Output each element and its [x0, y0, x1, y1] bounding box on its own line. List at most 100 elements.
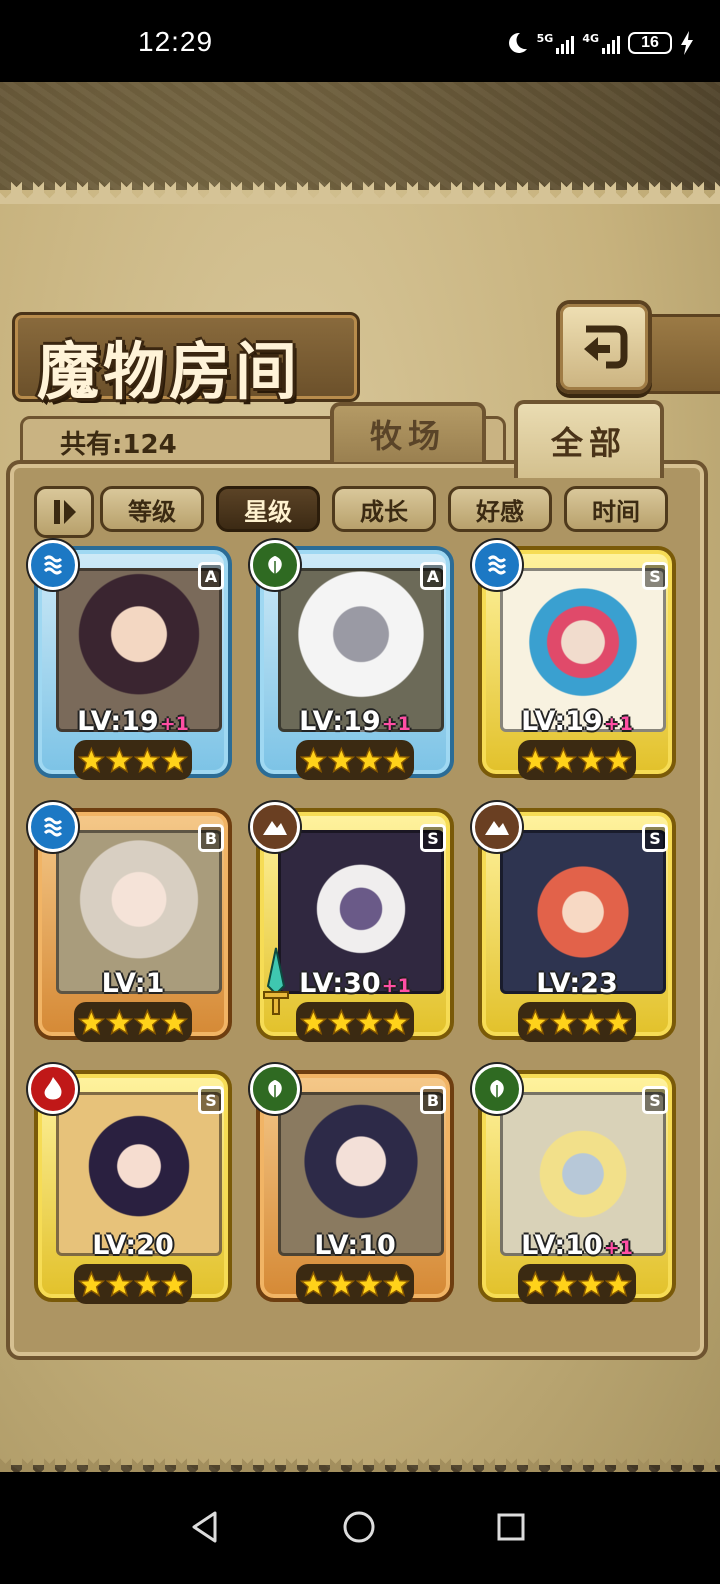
star-rating: [518, 740, 636, 780]
star-icon: [577, 1008, 605, 1036]
sort-growth-button[interactable]: 成长: [332, 486, 436, 532]
star-icon: [78, 1008, 105, 1036]
equipped-sword-icon: [258, 946, 294, 1018]
grass-element-icon: [250, 540, 300, 590]
level-bonus: +1: [381, 713, 411, 735]
star-icon: [300, 1270, 327, 1298]
monster-level: LV:19+1: [482, 706, 672, 737]
level-text: LV:19: [521, 706, 603, 737]
monster-card[interactable]: S LV:23: [472, 802, 682, 1052]
star-icon: [327, 1008, 355, 1036]
monster-level: LV:19+1: [38, 706, 228, 737]
rank-badge: B: [420, 1086, 446, 1114]
monster-level: LV:10+1: [482, 1230, 672, 1261]
level-text: LV:30: [299, 968, 381, 999]
level-text: LV:19: [77, 706, 159, 737]
star-icon: [133, 746, 161, 774]
star-rating: [74, 740, 192, 780]
rank-badge: S: [642, 562, 668, 590]
star-rating: [74, 1002, 192, 1042]
sort-level-button[interactable]: 等级: [100, 486, 204, 532]
star-icon: [133, 1008, 161, 1036]
bottom-map-strip: [0, 1382, 720, 1470]
monster-card[interactable]: S LV:30+1: [250, 802, 460, 1052]
rank-badge: B: [198, 824, 224, 852]
star-icon: [105, 1270, 133, 1298]
tab-ranch[interactable]: 牧场: [330, 402, 486, 462]
level-text: LV:23: [536, 968, 618, 999]
signal-4g-icon: 4G: [582, 33, 620, 54]
star-icon: [78, 1270, 105, 1298]
monster-level: LV:10: [260, 1230, 450, 1261]
star-icon: [161, 1008, 188, 1036]
status-bar: 12:29 5G 4G 16: [0, 0, 720, 82]
monster-level: LV:20: [38, 1230, 228, 1261]
rank-badge: A: [420, 562, 446, 590]
star-icon: [605, 746, 632, 774]
monster-count: 共有:124: [60, 430, 177, 460]
star-icon: [522, 1008, 549, 1036]
star-rating: [296, 1002, 414, 1042]
tab-all-label: 全部: [550, 424, 627, 462]
sort-growth-label: 成长: [360, 497, 408, 526]
moon-icon: [508, 32, 527, 53]
sort-time-label: 时间: [592, 497, 640, 526]
star-rating: [74, 1264, 192, 1304]
parchment-top-edge: [0, 182, 720, 204]
monster-card[interactable]: S LV:19+1: [472, 540, 682, 790]
star-icon: [327, 746, 355, 774]
star-icon: [577, 746, 605, 774]
nav-home-button[interactable]: [334, 1502, 384, 1552]
star-icon: [522, 1270, 549, 1298]
rank-badge: S: [420, 824, 446, 852]
nav-recents-icon: [497, 1513, 525, 1541]
star-icon: [105, 1008, 133, 1036]
water-element-icon: [28, 802, 78, 852]
star-icon: [355, 1008, 383, 1036]
star-rating: [296, 1264, 414, 1304]
star-icon: [383, 1270, 410, 1298]
level-text: LV:20: [92, 1230, 174, 1261]
star-icon: [161, 1270, 188, 1298]
tab-all[interactable]: 全部: [514, 400, 664, 478]
star-icon: [300, 746, 327, 774]
pause-sort-icon: [54, 500, 76, 524]
fire-element-icon: [28, 1064, 78, 1114]
sort-affection-button[interactable]: 好感: [448, 486, 552, 532]
star-icon: [161, 746, 188, 774]
battery-level: 16: [641, 34, 659, 51]
rank-badge: S: [642, 1086, 668, 1114]
sort-time-button[interactable]: 时间: [564, 486, 668, 532]
sort-order-toggle[interactable]: [34, 486, 94, 538]
star-icon: [577, 1270, 605, 1298]
star-icon: [133, 1270, 161, 1298]
tab-ranch-label: 牧场: [369, 417, 446, 455]
monster-card[interactable]: S LV:10+1: [472, 1064, 682, 1314]
earth-element-icon: [472, 802, 522, 852]
star-icon: [78, 746, 105, 774]
back-button[interactable]: [556, 300, 652, 394]
level-text: LV:10: [314, 1230, 396, 1261]
grass-element-icon: [250, 1064, 300, 1114]
nav-back-button[interactable]: [180, 1502, 230, 1552]
monster-card[interactable]: A LV:19+1: [28, 540, 238, 790]
earth-element-icon: [250, 802, 300, 852]
status-time: 12:29: [138, 26, 214, 57]
level-bonus: +1: [159, 713, 189, 735]
charging-icon: [681, 31, 693, 55]
page-title: 魔物房间: [37, 335, 302, 408]
monster-card[interactable]: A LV:19+1: [250, 540, 460, 790]
title-plaque: 魔物房间: [12, 312, 360, 408]
sort-star-button[interactable]: 星级: [216, 486, 320, 532]
nav-recents-button[interactable]: [486, 1502, 536, 1552]
star-icon: [522, 746, 549, 774]
grass-element-icon: [472, 1064, 522, 1114]
monster-card[interactable]: B LV:10: [250, 1064, 460, 1314]
game-scene: 魔物房间 共有:124 牧场 全部 等级 星级 成长 好感 时间 A LV:19…: [0, 82, 720, 1472]
system-nav-bar: [0, 1472, 720, 1584]
star-icon: [383, 746, 410, 774]
star-icon: [549, 1008, 577, 1036]
monster-card[interactable]: S LV:20: [28, 1064, 238, 1314]
rank-badge: A: [198, 562, 224, 590]
monster-card[interactable]: B LV:1: [28, 802, 238, 1052]
